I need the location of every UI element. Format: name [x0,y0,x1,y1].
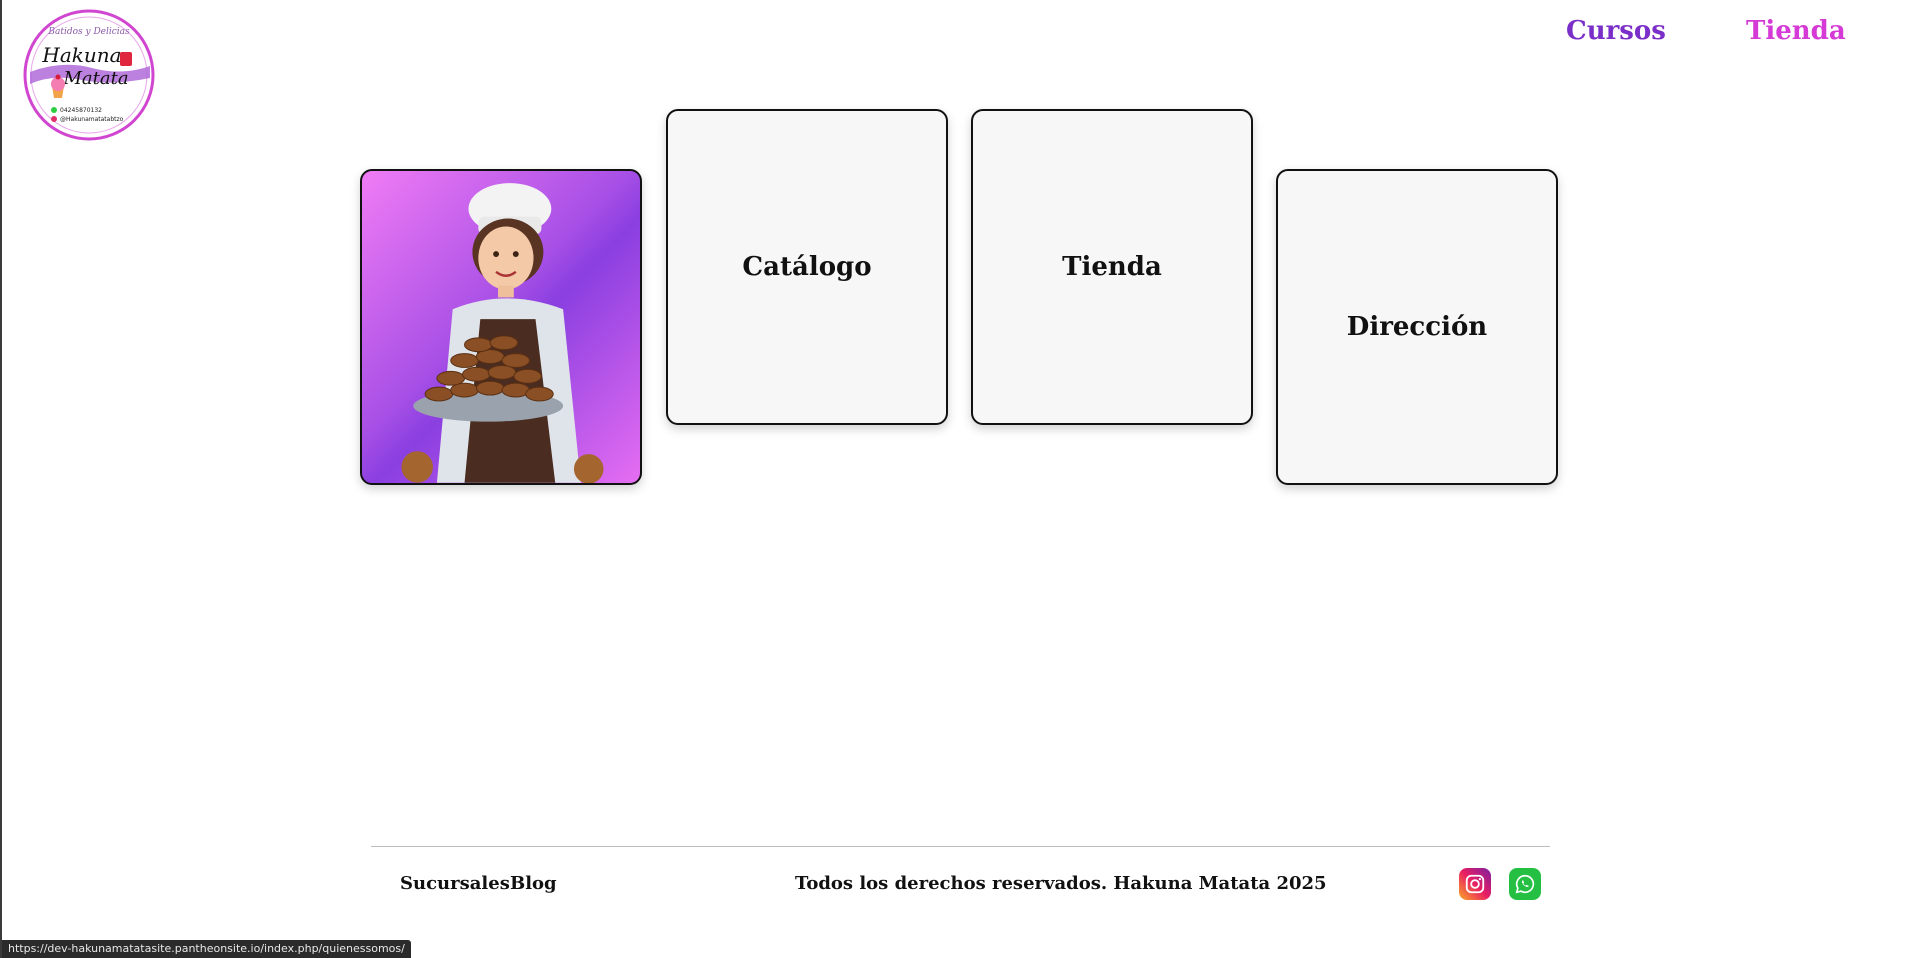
whatsapp-icon[interactable] [1509,868,1541,900]
logo-tagline: Batidos y Delicias [47,27,130,37]
site-logo[interactable]: Batidos y Delicias Hakuna Matata 0424587… [22,8,156,142]
nav-link-tienda[interactable]: Tienda [1746,16,1846,46]
footer-link-sucursales[interactable]: Sucursales [400,873,510,894]
logo-brand-line2: Matata [62,68,128,89]
footer-link-blog[interactable]: Blog [510,873,557,894]
logo-phone: 04245870132 [60,107,102,114]
footer-copyright: Todos los derechos reservados. Hakuna Ma… [795,873,1327,894]
card-direccion[interactable]: Dirección [1276,169,1558,485]
logo-handle: @Hakunamatatabtzo [60,116,124,123]
card-catalogo[interactable]: Catálogo [666,109,948,425]
drink-icon [120,52,132,66]
instagram-small-icon [51,116,57,122]
page: Batidos y Delicias Hakuna Matata 0424587… [0,0,1913,958]
footer-divider [371,846,1550,847]
nav-link-cursos[interactable]: Cursos [1566,16,1666,46]
status-bar-url: https://dev-hakunamatatasite.pantheonsit… [2,940,411,958]
card-direccion-label: Dirección [1346,312,1488,342]
whatsapp-small-icon [51,107,57,113]
baker-illustration [401,183,604,483]
card-baker-image[interactable] [360,169,642,485]
card-tienda[interactable]: Tienda [971,109,1253,425]
instagram-icon[interactable] [1459,868,1491,900]
card-catalogo-label: Catálogo [742,252,872,282]
card-tienda-label: Tienda [1062,252,1162,282]
logo-graphic: Batidos y Delicias Hakuna Matata 0424587… [23,9,155,141]
logo-brand-line1: Hakuna [41,43,121,67]
